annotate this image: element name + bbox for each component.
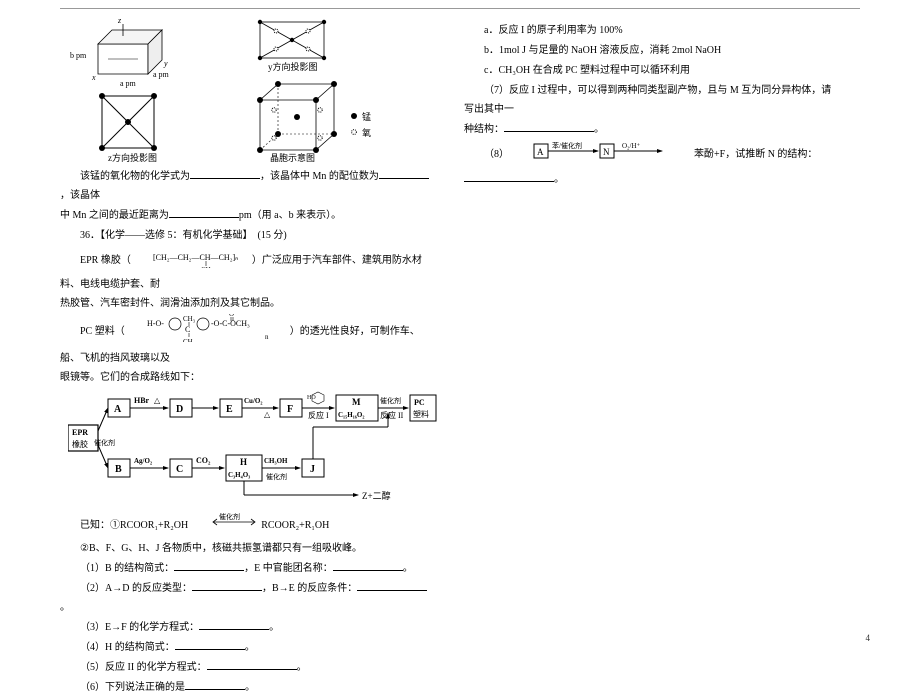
svg-text:O: O [229,314,234,318]
q36-heading: 36．【化学——选修 5：有机化学基础】 (15 分) [60,226,432,245]
sub-3: （3）E→F 的化学方程式：。 [60,618,432,637]
svg-text:N: N [603,147,610,157]
page-number: 4 [866,630,871,647]
epr-line-2: 热胶管、汽车密封件、润滑油添加剂及其它制品。 [60,294,432,313]
svg-text:H-O-: H-O- [147,319,164,328]
svg-text:催化剂: 催化剂 [380,396,401,405]
caption-y: y方向投影图 [268,61,318,72]
svg-text:n: n [265,333,269,341]
svg-text:CH₃: CH₃ [183,315,196,323]
svg-text:J: J [310,464,315,475]
svg-text:CH₃: CH₃ [201,266,214,268]
label-y: y [163,59,168,68]
known-1: 已知：①RCOOR₁+R₂OH 催化剂 RCOOR₂+R₁OH [60,513,432,538]
label-bpm: b pm [70,51,87,60]
svg-text:EPR: EPR [72,428,88,437]
svg-text:A: A [114,404,122,415]
svg-text:反应 II: 反应 II [380,410,404,420]
known-2: ②B、F、G、H、J 各物质中，核磁共振氢谱都只有一组吸收峰。 [60,539,432,558]
svg-text:塑料: 塑料 [413,409,429,419]
opt-a: a．反应 I 的原子利用率为 100% [464,21,840,40]
svg-text:D: D [176,404,183,415]
svg-text:H: H [240,457,247,467]
sub-1: （1）B 的结构简式：，E 中官能团名称：。 [60,559,432,578]
svg-text:PC: PC [414,398,425,407]
epr-formula: [CH₂—CH₂—CH—CH₂]ₙ CH₃ [153,246,249,268]
opt-b: b．1mol J 与足量的 NaOH 溶液反应，消耗 2mol NaOH [464,41,840,60]
projection-diagram: a pm a pm b pm x y z z方向投影图 [60,18,220,163]
sub-8: （8） A 苯/催化剂 N O₂/H⁺ 苯酚+F，试推断 N 的结构： [464,140,840,169]
svg-text:CH₃OH: CH₃OH [264,457,288,465]
pc-line: PC 塑料（ H-O- CH₃ C CH₃ -O-C-OCH₃ O n [60,314,432,368]
svg-text:-O-C-OCH₃: -O-C-OCH₃ [211,319,250,328]
svg-text:B: B [115,464,122,475]
line-oxide: 该锰的氧化物的化学式为，该晶体中 Mn 的配位数为，该晶体 [60,167,432,205]
caption-cell: 晶胞示意图 [270,152,315,163]
svg-text:苯/催化剂: 苯/催化剂 [552,141,582,150]
svg-text:M: M [352,397,361,407]
svg-text:[CH₂—CH₂—CH—CH₂]ₙ: [CH₂—CH₂—CH—CH₂]ₙ [153,253,238,262]
sub-7b: 种结构：。 [464,120,840,139]
caption-z: z方向投影图 [108,152,157,163]
sub-4: （4）H 的结构简式：。 [60,638,432,657]
svg-text:Cu/O₂: Cu/O₂ [244,397,262,405]
svg-text:催化剂: 催化剂 [94,438,115,447]
label-apm: a pm [120,79,137,88]
svg-text:HO: HO [307,395,316,401]
sub-8b: 。 [464,170,840,189]
svg-text:A: A [537,147,544,157]
svg-text:催化剂: 催化剂 [266,472,287,481]
svg-text:C₃H₄O₃: C₃H₄O₃ [228,471,250,479]
svg-text:C: C [185,325,190,334]
sub-5: （5）反应 II 的化学方程式：。 [60,658,432,677]
line-mn-distance: 中 Mn 之间的最近距离为pm（用 a、b 来表示）。 [60,206,432,225]
svg-text:反应 I: 反应 I [308,410,329,420]
svg-text:CH₃: CH₃ [183,338,196,342]
svg-text:C: C [176,464,183,475]
pc-line-2: 眼镜等。它们的合成路线如下： [60,368,432,387]
opt-c: c．CH₃OH 在合成 PC 塑料过程中可以循环利用 [464,61,840,80]
label-x: x [91,73,96,82]
pc-formula: H-O- CH₃ C CH₃ -O-C-OCH₃ O n [147,314,287,342]
svg-text:Ag/O₂: Ag/O₂ [134,457,152,465]
unitcell-diagram: y方向投影图 [250,18,420,163]
legend-o: 氧 [362,127,371,138]
svg-text:F: F [287,404,293,415]
epr-line: EPR 橡胶（ [CH₂—CH₂—CH—CH₂]ₙ CH₃ ）广泛应用于汽车部件… [60,246,432,294]
svg-text:△: △ [264,410,271,419]
sub-6: （6）下列说法正确的是。 [60,678,432,697]
svg-text:HBr: HBr [134,396,150,405]
svg-text:△: △ [154,396,161,405]
sub-2: （2）A→D 的反应类型：，B→E 的反应条件：。 [60,579,432,617]
legend-mn: 锰 [362,111,371,122]
label-z: z [117,18,122,25]
svg-text:C₁₅H₁₆O₂: C₁₅H₁₆O₂ [338,411,364,419]
svg-text:CO₂: CO₂ [196,456,211,465]
svg-text:Z+二醇: Z+二醇 [362,490,391,501]
sub8-flow: A 苯/催化剂 N O₂/H⁺ [532,140,692,162]
svg-text:E: E [226,404,233,415]
eq-arrow: 催化剂 [211,513,259,531]
label-apm2: a pm [153,70,170,79]
sub-7: （7）反应 I 过程中，可以得到两种同类型副产物，且与 M 互为同分异构体，请写… [464,81,840,119]
svg-text:橡胶: 橡胶 [72,439,88,449]
svg-text:O₂/H⁺: O₂/H⁺ [622,142,640,150]
crystal-diagrams: a pm a pm b pm x y z z方向投影图 [60,18,432,163]
synthesis-flow: A HBr △ D E Cu/O₂ △ F HO 反应 I M C₁₅H₁₆O₂… [68,391,438,509]
svg-text:催化剂: 催化剂 [219,513,240,521]
